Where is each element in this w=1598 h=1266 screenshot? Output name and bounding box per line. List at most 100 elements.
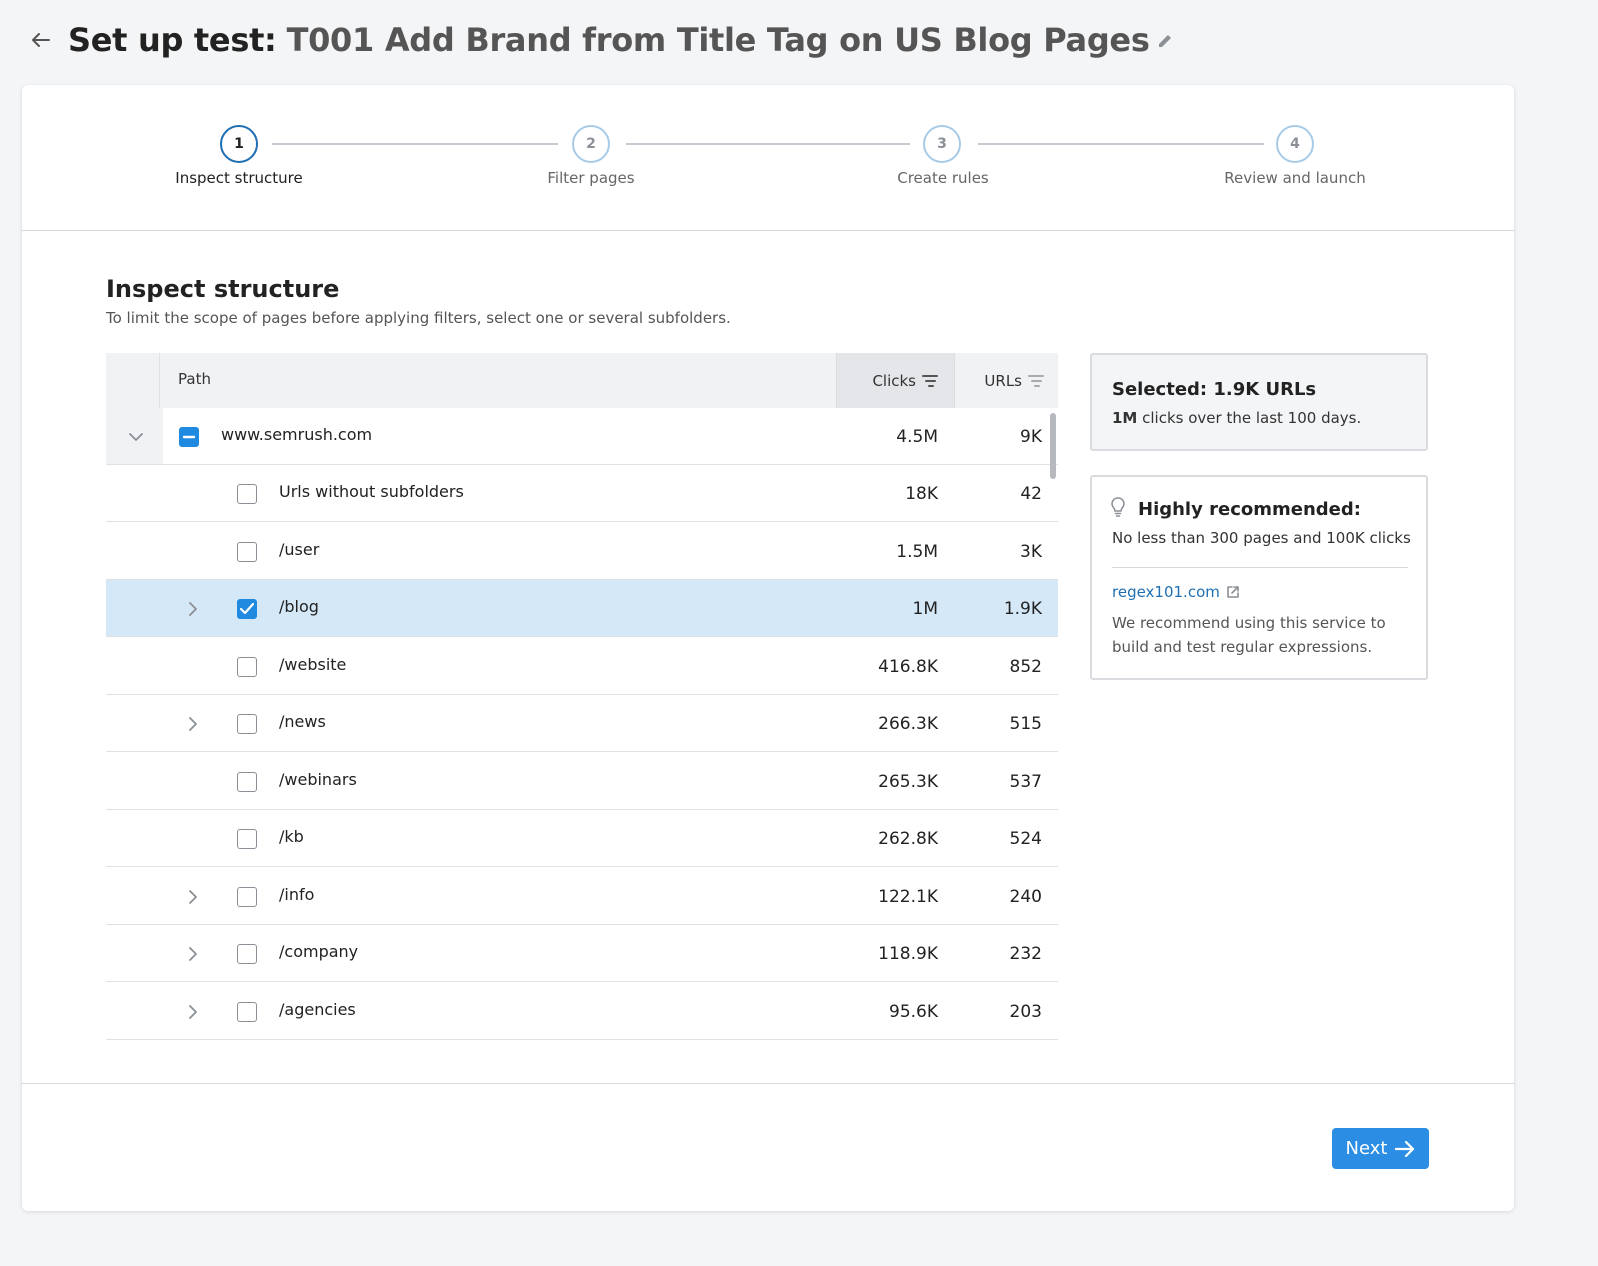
table-header: Path Clicks URLs xyxy=(106,353,1058,408)
row-clicks: 4.5M xyxy=(896,426,938,447)
row-checkbox[interactable] xyxy=(237,943,257,964)
row-urls: 42 xyxy=(1020,483,1042,504)
step-3-label[interactable]: Create rules xyxy=(843,169,1043,187)
row-clicks: 1M xyxy=(912,598,938,619)
table-row[interactable]: /website 416.8K 852 xyxy=(106,638,1058,695)
column-header-clicks-label: Clicks xyxy=(872,371,916,390)
table-row[interactable]: /kb 262.8K 524 xyxy=(106,810,1058,867)
row-path: /webinars xyxy=(279,769,357,789)
row-urls: 9K xyxy=(1020,426,1042,447)
step-1-circle[interactable]: 1 xyxy=(220,125,258,163)
selection-summary-title: Selected: 1.9K URLs xyxy=(1112,379,1317,400)
back-arrow-icon[interactable] xyxy=(28,27,54,53)
row-checkbox[interactable] xyxy=(179,426,199,447)
arrow-right-icon xyxy=(1395,1140,1415,1157)
page-title-prefix: Set up test: xyxy=(68,21,277,59)
row-path: Urls without subfolders xyxy=(279,481,464,501)
table-row[interactable]: /user 1.5M 3K xyxy=(106,523,1058,580)
table-scrollbar[interactable] xyxy=(1050,413,1056,479)
pencil-icon[interactable] xyxy=(1156,30,1176,50)
row-checkbox[interactable] xyxy=(237,483,257,504)
page-header: Set up test: T001 Add Brand from Title T… xyxy=(28,18,1176,62)
selection-clicks-text: clicks over the last 100 days. xyxy=(1137,409,1362,427)
column-header-urls[interactable]: URLs xyxy=(954,353,1058,408)
row-checkbox[interactable] xyxy=(237,656,257,677)
column-header-urls-label: URLs xyxy=(984,371,1022,390)
footer-divider xyxy=(22,1083,1514,1084)
row-urls: 524 xyxy=(1009,828,1042,849)
row-path: /news xyxy=(279,711,326,731)
chevron-right-icon[interactable] xyxy=(182,598,204,620)
row-clicks: 416.8K xyxy=(878,656,938,677)
column-header-path: Path xyxy=(178,370,211,388)
row-path: /blog xyxy=(279,596,319,616)
lightbulb-icon xyxy=(1111,497,1125,517)
setup-card: 1 Inspect structure 2 Filter pages 3 Cre… xyxy=(22,85,1514,1211)
row-checkbox[interactable] xyxy=(237,1001,257,1022)
chevron-down-icon[interactable] xyxy=(125,426,147,448)
row-checkbox[interactable] xyxy=(237,541,257,562)
section-subtitle: To limit the scope of pages before apply… xyxy=(106,309,731,327)
table-row[interactable]: /webinars 265.3K 537 xyxy=(106,753,1058,810)
step-connector xyxy=(272,143,558,145)
next-button[interactable]: Next xyxy=(1332,1128,1429,1169)
row-urls: 232 xyxy=(1009,943,1042,964)
row-clicks: 262.8K xyxy=(878,828,938,849)
row-clicks: 266.3K xyxy=(878,713,938,734)
step-connector xyxy=(626,143,910,145)
sort-icon xyxy=(922,374,938,387)
stepper: 1 Inspect structure 2 Filter pages 3 Cre… xyxy=(22,85,1514,231)
row-checkbox[interactable] xyxy=(237,828,257,849)
row-path: www.semrush.com xyxy=(221,424,373,444)
row-clicks: 118.9K xyxy=(878,943,938,964)
table-row[interactable]: /company 118.9K 232 xyxy=(106,925,1058,982)
regex-link-label: regex101.com xyxy=(1112,583,1220,601)
table-row[interactable]: /blog 1M 1.9K xyxy=(106,580,1058,637)
row-clicks: 265.3K xyxy=(878,771,938,792)
step-connector xyxy=(978,143,1264,145)
column-header-clicks[interactable]: Clicks xyxy=(836,353,954,408)
table-row[interactable]: /info 122.1K 240 xyxy=(106,868,1058,925)
row-urls: 515 xyxy=(1009,713,1042,734)
row-path: /website xyxy=(279,654,347,674)
selection-summary-text: 1M clicks over the last 100 days. xyxy=(1112,409,1361,427)
step-4-label[interactable]: Review and launch xyxy=(1195,169,1395,187)
recommendation-title: Highly recommended: xyxy=(1138,499,1361,520)
chevron-right-icon[interactable] xyxy=(182,713,204,735)
step-3-circle[interactable]: 3 xyxy=(923,125,961,163)
row-checkbox[interactable] xyxy=(237,771,257,792)
subfolder-table: Path Clicks URLs www.semrush.com 4.5M 9K Ur… xyxy=(106,353,1058,1043)
header-checkbox-cell xyxy=(106,353,160,408)
table-row[interactable]: www.semrush.com 4.5M 9K xyxy=(106,408,1058,465)
row-checkbox[interactable] xyxy=(237,886,257,907)
row-urls: 240 xyxy=(1009,886,1042,907)
recommendation-text: No less than 300 pages and 100K clicks xyxy=(1112,529,1411,547)
row-path: /company xyxy=(279,941,359,961)
selection-clicks-value: 1M xyxy=(1112,409,1138,427)
table-row[interactable]: /agencies 95.6K 203 xyxy=(106,983,1058,1040)
step-2-label[interactable]: Filter pages xyxy=(491,169,691,187)
external-link-icon xyxy=(1227,586,1239,598)
section-title: Inspect structure xyxy=(106,275,340,303)
row-clicks: 95.6K xyxy=(889,1001,938,1022)
table-row[interactable]: Urls without subfolders 18K 42 xyxy=(106,465,1058,522)
row-path: /kb xyxy=(279,826,304,846)
sort-icon xyxy=(1028,374,1044,387)
divider xyxy=(1112,567,1408,568)
row-path: /agencies xyxy=(279,999,356,1019)
selection-summary: Selected: 1.9K URLs 1M clicks over the l… xyxy=(1090,353,1428,451)
test-name: T001 Add Brand from Title Tag on US Blog… xyxy=(286,21,1150,59)
step-4-circle[interactable]: 4 xyxy=(1276,125,1314,163)
regex-link[interactable]: regex101.com xyxy=(1112,583,1240,601)
table-row[interactable]: /news 266.3K 515 xyxy=(106,695,1058,752)
step-2-circle[interactable]: 2 xyxy=(572,125,610,163)
row-urls: 1.9K xyxy=(1003,598,1042,619)
row-urls: 537 xyxy=(1009,771,1042,792)
row-clicks: 1.5M xyxy=(896,541,938,562)
step-1-label[interactable]: Inspect structure xyxy=(139,169,339,187)
row-checkbox[interactable] xyxy=(237,598,257,619)
chevron-right-icon[interactable] xyxy=(182,886,204,908)
row-checkbox[interactable] xyxy=(237,713,257,734)
chevron-right-icon[interactable] xyxy=(182,943,204,965)
chevron-right-icon[interactable] xyxy=(182,1001,204,1023)
